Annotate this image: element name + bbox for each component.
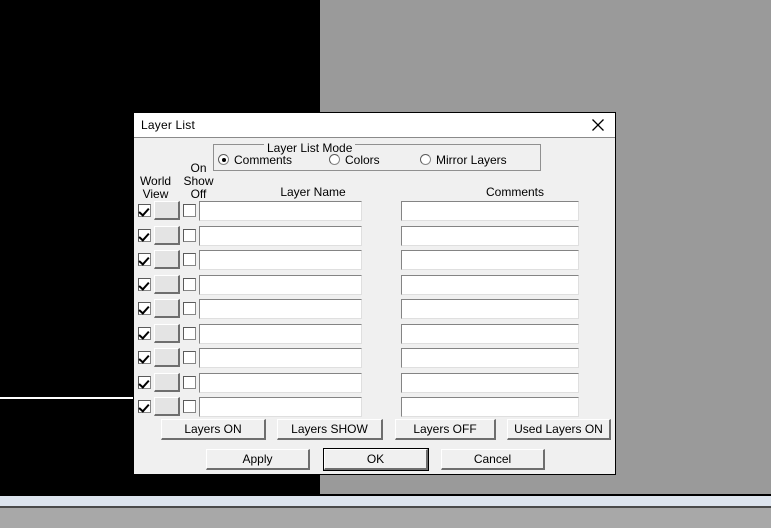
- radio-comments-label: Comments: [234, 153, 292, 167]
- layer-color-swatch[interactable]: [154, 226, 180, 245]
- table-row: [134, 347, 617, 372]
- used-layers-on-button[interactable]: Used Layers ON: [507, 419, 611, 440]
- world-view-checkbox[interactable]: [138, 204, 151, 217]
- layer-comment-input[interactable]: [401, 275, 579, 295]
- on-show-off-checkbox[interactable]: [183, 376, 196, 389]
- layer-comment-input[interactable]: [401, 299, 579, 319]
- layer-comment-input[interactable]: [401, 324, 579, 344]
- taskbar-strip: [0, 496, 771, 506]
- layer-comment-input[interactable]: [401, 397, 579, 417]
- layer-name-input[interactable]: [199, 275, 362, 295]
- layer-name-input[interactable]: [199, 201, 362, 221]
- world-view-checkbox[interactable]: [138, 400, 151, 413]
- layers-off-button[interactable]: Layers OFF: [395, 419, 496, 440]
- table-row: [134, 274, 617, 299]
- dialog-titlebar: Layer List: [134, 113, 615, 138]
- world-view-checkbox[interactable]: [138, 278, 151, 291]
- radio-mark-icon: [329, 154, 340, 165]
- layer-color-swatch[interactable]: [154, 397, 180, 416]
- layer-name-input[interactable]: [199, 373, 362, 393]
- layer-color-swatch[interactable]: [154, 348, 180, 367]
- layer-comment-input[interactable]: [401, 250, 579, 270]
- on-show-off-checkbox[interactable]: [183, 351, 196, 364]
- screen: Layer List Layer List Mode Comments Colo…: [0, 0, 771, 528]
- layer-comment-input[interactable]: [401, 348, 579, 368]
- world-view-checkbox[interactable]: [138, 302, 151, 315]
- layer-name-input[interactable]: [199, 397, 362, 417]
- layer-comment-input[interactable]: [401, 226, 579, 246]
- on-show-off-checkbox[interactable]: [183, 400, 196, 413]
- layer-name-input[interactable]: [199, 299, 362, 319]
- table-row: [134, 200, 617, 225]
- table-row: [134, 396, 617, 421]
- column-header-comments: Comments: [401, 186, 629, 199]
- on-show-off-checkbox[interactable]: [183, 253, 196, 266]
- on-show-off-checkbox[interactable]: [183, 327, 196, 340]
- dialog-title: Layer List: [141, 118, 195, 132]
- table-row: [134, 249, 617, 274]
- on-show-off-checkbox[interactable]: [183, 302, 196, 315]
- radio-mirror-layers-label: Mirror Layers: [436, 153, 507, 167]
- layer-color-swatch[interactable]: [154, 275, 180, 294]
- radio-colors[interactable]: Colors: [329, 153, 380, 167]
- apply-button[interactable]: Apply: [206, 449, 310, 470]
- layer-comment-input[interactable]: [401, 201, 579, 221]
- column-header-world-view: World View: [134, 175, 177, 201]
- world-view-checkbox[interactable]: [138, 327, 151, 340]
- layer-name-input[interactable]: [199, 226, 362, 246]
- cancel-button[interactable]: Cancel: [441, 449, 545, 470]
- on-show-off-checkbox[interactable]: [183, 204, 196, 217]
- layer-color-swatch[interactable]: [154, 250, 180, 269]
- world-view-checkbox[interactable]: [138, 253, 151, 266]
- table-row: [134, 372, 617, 397]
- table-row: [134, 298, 617, 323]
- layer-list-dialog: Layer List Layer List Mode Comments Colo…: [133, 112, 616, 475]
- ok-button[interactable]: OK: [324, 449, 428, 470]
- radio-mark-icon: [420, 154, 431, 165]
- layer-color-swatch[interactable]: [154, 373, 180, 392]
- world-view-checkbox[interactable]: [138, 229, 151, 242]
- canvas-guide-line: [0, 397, 133, 399]
- layer-rows: [134, 200, 617, 421]
- table-row: [134, 225, 617, 250]
- layers-show-button[interactable]: Layers SHOW: [277, 419, 383, 440]
- layer-list-mode-options: Comments Colors Mirror Layers: [213, 153, 541, 171]
- on-show-off-checkbox[interactable]: [183, 229, 196, 242]
- world-view-checkbox[interactable]: [138, 376, 151, 389]
- layer-name-input[interactable]: [199, 348, 362, 368]
- layer-name-input[interactable]: [199, 250, 362, 270]
- layer-comment-input[interactable]: [401, 373, 579, 393]
- layer-name-input[interactable]: [199, 324, 362, 344]
- layer-color-swatch[interactable]: [154, 299, 180, 318]
- radio-comments[interactable]: Comments: [218, 153, 292, 167]
- table-row: [134, 323, 617, 348]
- on-show-off-checkbox[interactable]: [183, 278, 196, 291]
- layer-color-swatch[interactable]: [154, 324, 180, 343]
- layer-color-swatch[interactable]: [154, 201, 180, 220]
- taskbar: [0, 508, 771, 528]
- layers-on-button[interactable]: Layers ON: [161, 419, 266, 440]
- column-header-layer-name: Layer Name: [199, 186, 427, 199]
- radio-colors-label: Colors: [345, 153, 380, 167]
- close-icon[interactable]: [590, 117, 606, 133]
- radio-mirror-layers[interactable]: Mirror Layers: [420, 153, 507, 167]
- world-view-checkbox[interactable]: [138, 351, 151, 364]
